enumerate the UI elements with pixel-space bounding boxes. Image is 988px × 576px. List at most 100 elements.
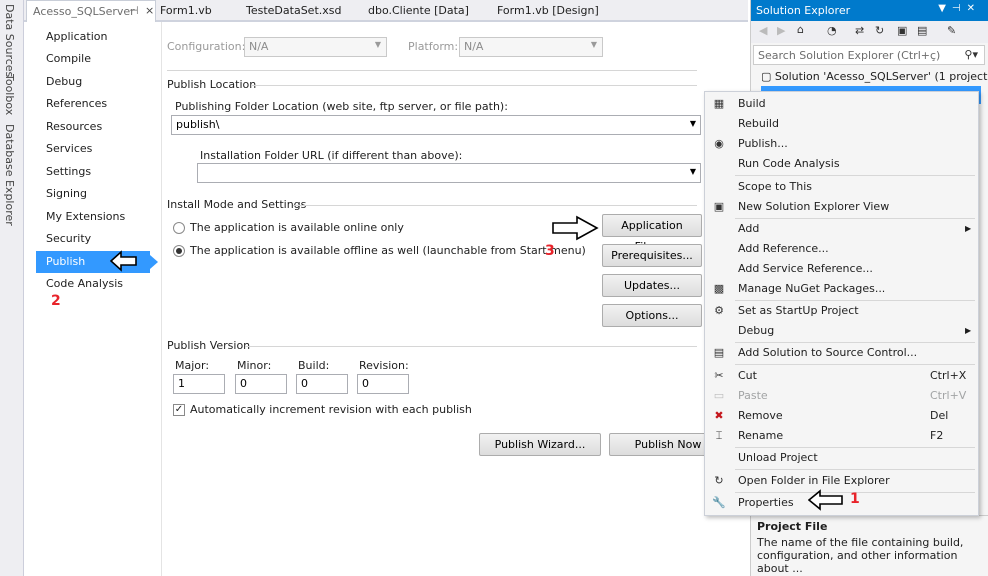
refresh-icon[interactable]: ↻ <box>875 24 884 37</box>
show-all-files-icon[interactable]: ▤ <box>917 24 927 37</box>
toolbox-tab[interactable]: Toolbox <box>3 74 16 115</box>
solution-explorer-search[interactable]: Search Solution Explorer (Ctrl+ç) ⚲▾ <box>753 45 985 65</box>
menu-item-shortcut: F2 <box>930 429 944 442</box>
menu-item-set-startup[interactable]: ⚙ Set as StartUp Project <box>705 301 978 321</box>
nav-item-services[interactable]: Services <box>36 138 150 160</box>
close-icon[interactable]: × <box>145 4 154 17</box>
startup-icon: ⚙ <box>714 304 724 317</box>
chevron-down-icon[interactable]: ▼ <box>690 167 696 176</box>
menu-item-run-code-analysis[interactable]: Run Code Analysis <box>705 154 978 174</box>
menu-item-open-folder[interactable]: ↻ Open Folder in File Explorer <box>705 471 978 491</box>
menu-item-rename[interactable]: ⌶ Rename F2 <box>705 426 978 446</box>
menu-item-add-service-reference[interactable]: Add Service Reference... <box>705 259 978 279</box>
updates-button[interactable]: Updates... <box>602 274 702 297</box>
tab-form1-design[interactable]: Form1.vb [Design] <box>497 4 599 17</box>
tab-testedataset-xsd[interactable]: TesteDataSet.xsd <box>246 4 341 17</box>
menu-item-manage-nuget[interactable]: ▩ Manage NuGet Packages... <box>705 279 978 299</box>
menu-item-label: New Solution Explorer View <box>738 200 890 213</box>
publish-wizard-button[interactable]: Publish Wizard... <box>479 433 601 456</box>
offline-radio[interactable] <box>173 245 185 257</box>
solution-explorer-toolbar: ◀ ▶ ⌂ ◔ ⇄ ↻ ▣ ▤ ✎ <box>751 21 988 43</box>
menu-item-debug[interactable]: Debug ▶ <box>705 321 978 341</box>
online-only-label[interactable]: The application is available online only <box>190 221 404 234</box>
application-files-button[interactable]: Application Files... <box>602 214 702 253</box>
menu-item-label: Add <box>738 222 760 235</box>
description-text-line-1: The name of the file containing build, <box>757 536 964 549</box>
menu-item-label: Paste <box>738 389 768 402</box>
auto-increment-checkbox[interactable]: ✓ <box>173 404 185 416</box>
data-sources-tab[interactable]: Data Sources <box>3 4 16 77</box>
sync-icon[interactable]: ⇄ <box>855 24 864 37</box>
minor-label: Minor: <box>237 359 272 372</box>
menu-item-add[interactable]: Add ▶ <box>705 219 978 239</box>
pin-icon[interactable]: ⊣ <box>129 4 139 17</box>
build-icon: ▦ <box>713 97 725 110</box>
nav-item-debug[interactable]: Debug <box>36 71 150 93</box>
chevron-down-icon[interactable]: ▼ <box>690 119 696 128</box>
build-input[interactable]: 0 <box>296 374 348 394</box>
publishing-folder-input[interactable]: publish\ ▼ <box>171 115 701 135</box>
nav-item-references[interactable]: References <box>36 93 150 115</box>
menu-item-paste[interactable]: ▭ Paste Ctrl+V <box>705 386 978 406</box>
menu-item-build[interactable]: ▦ Build <box>705 94 978 114</box>
arrow-annotation-icon <box>808 489 843 511</box>
collapse-all-icon[interactable]: ▣ <box>897 24 907 37</box>
tab-form1-vb[interactable]: Form1.vb <box>160 4 212 17</box>
solution-node[interactable]: ▢ Solution 'Acesso_SQLServer' (1 project… <box>761 70 988 83</box>
menu-item-new-solution-explorer-view[interactable]: ▣ New Solution Explorer View <box>705 197 978 217</box>
revision-input[interactable]: 0 <box>357 374 409 394</box>
nav-item-security[interactable]: Security <box>36 228 150 250</box>
auto-increment-label[interactable]: Automatically increment revision with ea… <box>190 403 472 416</box>
search-icon[interactable]: ⚲▾ <box>964 48 978 61</box>
nav-item-compile[interactable]: Compile <box>36 48 150 70</box>
project-properties-nav: Application Compile Debug References Res… <box>24 22 162 576</box>
pending-changes-icon[interactable]: ◔ <box>827 24 837 37</box>
nav-item-resources[interactable]: Resources <box>36 116 150 138</box>
publishing-folder-value: publish\ <box>176 118 220 131</box>
solution-icon: ▢ <box>761 70 772 83</box>
properties-icon[interactable]: ✎ <box>947 24 956 37</box>
nav-item-my-extensions[interactable]: My Extensions <box>36 206 150 228</box>
major-input[interactable]: 1 <box>173 374 225 394</box>
installation-url-input[interactable]: ▼ <box>197 163 701 183</box>
back-icon[interactable]: ◀ <box>759 24 767 37</box>
revision-label: Revision: <box>359 359 409 372</box>
home-icon[interactable]: ⌂ <box>797 23 804 36</box>
menu-separator <box>735 175 975 176</box>
minor-input[interactable]: 0 <box>235 374 287 394</box>
nav-item-settings[interactable]: Settings <box>36 161 150 183</box>
menu-item-remove[interactable]: ✖ Remove Del <box>705 406 978 426</box>
remove-icon: ✖ <box>714 409 724 422</box>
nav-item-signing[interactable]: Signing <box>36 183 150 205</box>
menu-item-add-reference[interactable]: Add Reference... <box>705 239 978 259</box>
annotation-number-2: 2 <box>51 293 61 309</box>
forward-icon[interactable]: ▶ <box>777 24 785 37</box>
options-button[interactable]: Options... <box>602 304 702 327</box>
menu-item-unload-project[interactable]: Unload Project <box>705 448 978 468</box>
menu-separator <box>735 469 975 470</box>
nav-item-application[interactable]: Application <box>36 26 150 48</box>
publish-version-heading: Publish Version <box>167 339 251 352</box>
tool-window-strip: Data Sources Toolbox Database Explorer <box>0 0 24 576</box>
menu-item-scope-to-this[interactable]: Scope to This <box>705 177 978 197</box>
online-only-radio[interactable] <box>173 222 185 234</box>
database-explorer-tab[interactable]: Database Explorer <box>3 124 16 226</box>
prerequisites-button[interactable]: Prerequisites... <box>602 244 702 267</box>
menu-item-publish[interactable]: ◉ Publish... <box>705 134 978 154</box>
menu-item-cut[interactable]: ✂ Cut Ctrl+X <box>705 366 978 386</box>
platform-value: N/A <box>464 40 484 53</box>
configuration-select: N/A ▼ <box>244 37 387 57</box>
tab-acesso-sqlserver[interactable]: Acesso_SQLServer ⊣ × <box>26 0 156 22</box>
annotation-number-1: 1 <box>850 491 860 507</box>
menu-item-label: Publish... <box>738 137 788 150</box>
offline-label[interactable]: The application is available offline as … <box>190 244 586 257</box>
menu-item-add-source-control[interactable]: ▤ Add Solution to Source Control... <box>705 343 978 363</box>
tab-label: Acesso_SQLServer <box>33 5 135 18</box>
nav-item-code-analysis[interactable]: Code Analysis <box>36 273 150 295</box>
menu-item-label: Debug <box>738 324 775 337</box>
menu-item-label: Run Code Analysis <box>738 157 840 170</box>
window-controls[interactable]: ▼⊣✕ <box>938 3 981 14</box>
tab-dbo-cliente-data[interactable]: dbo.Cliente [Data] <box>368 4 469 17</box>
menu-item-rebuild[interactable]: Rebuild <box>705 114 978 134</box>
major-label: Major: <box>175 359 210 372</box>
